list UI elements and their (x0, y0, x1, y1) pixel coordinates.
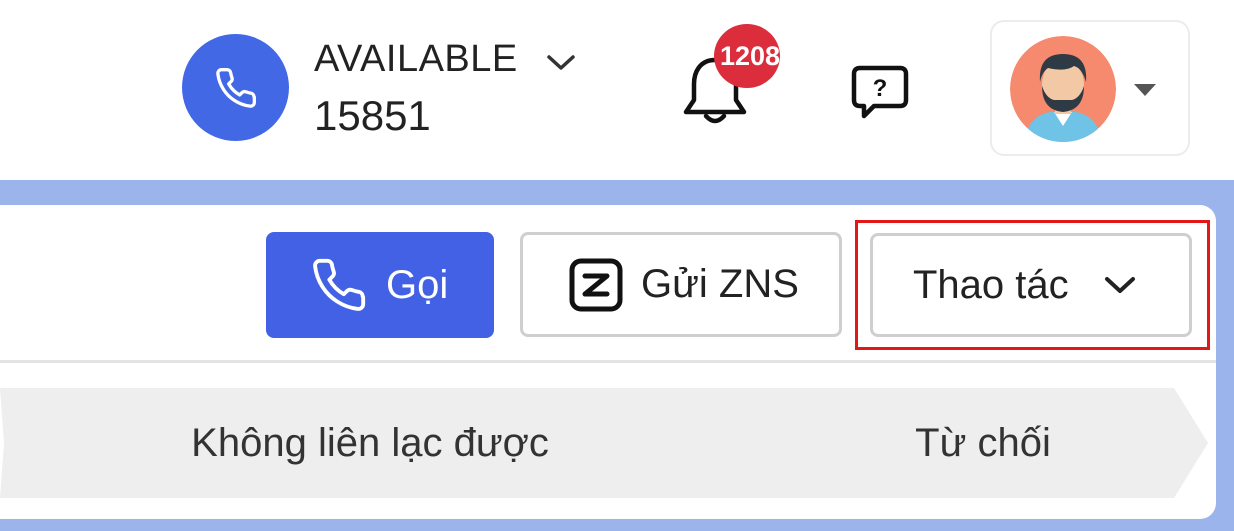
divider (0, 360, 1216, 363)
top-bar: AVAILABLE 15851 1208 ? (0, 0, 1234, 180)
pipeline-stages: Không liên lạc được Từ chối (0, 388, 1216, 498)
call-button[interactable]: Gọi (266, 232, 494, 338)
actions-label: Thao tác (913, 262, 1069, 307)
zalo-z-icon (569, 258, 623, 311)
caret-down-icon[interactable] (1132, 82, 1158, 98)
send-zns-button[interactable]: Gửi ZNS (520, 232, 842, 337)
notification-badge: 1208 (714, 24, 780, 88)
stage-label: Không liên lạc được (191, 420, 549, 465)
actions-dropdown[interactable]: Thao tác (870, 233, 1192, 337)
help-chat-icon[interactable]: ? (848, 62, 912, 124)
call-button-label: Gọi (386, 262, 449, 307)
svg-text:?: ? (873, 75, 888, 102)
extension-number: 15851 (314, 92, 431, 139)
send-zns-label: Gửi ZNS (641, 262, 799, 306)
phone-icon (313, 258, 366, 311)
user-menu[interactable] (990, 20, 1190, 156)
notification-count: 1208 (719, 40, 780, 71)
stage-label: Từ chối (915, 420, 1051, 465)
avatar (1010, 36, 1116, 142)
stage-unreachable[interactable]: Không liên lạc được (0, 388, 790, 498)
phone-icon (215, 67, 256, 108)
chevron-down-icon (1104, 277, 1135, 293)
call-status-button[interactable] (182, 34, 289, 141)
chevron-down-icon[interactable] (545, 52, 577, 74)
agent-status[interactable]: AVAILABLE (314, 38, 518, 81)
stage-rejected[interactable]: Từ chối (738, 388, 1208, 498)
